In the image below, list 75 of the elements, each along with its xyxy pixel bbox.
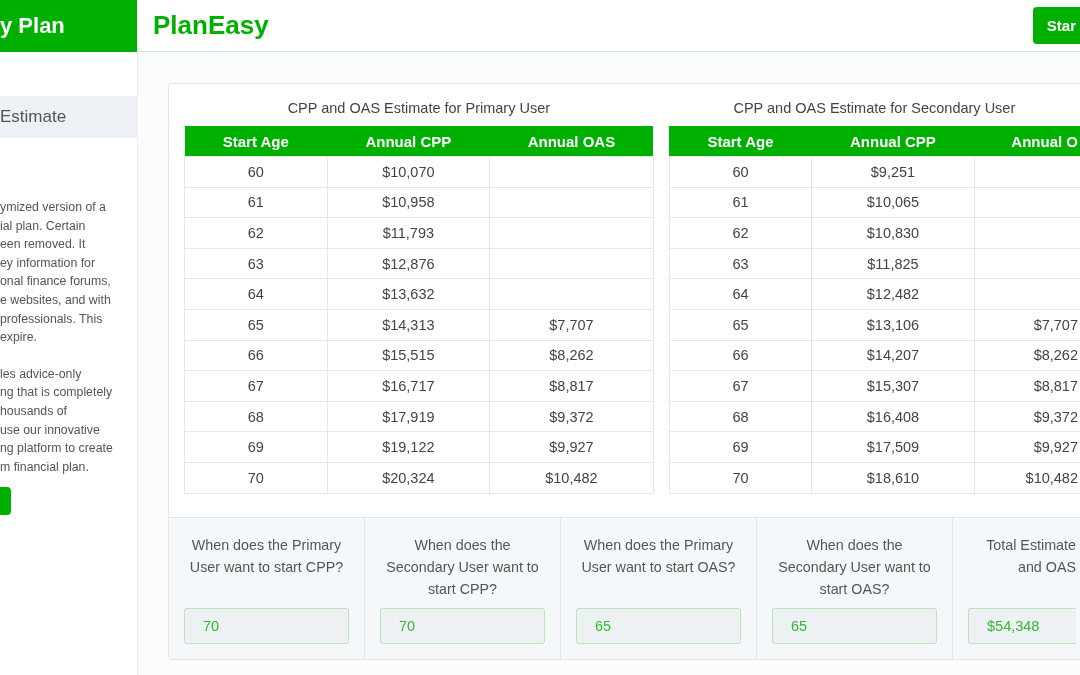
table-cell: $20,324 — [327, 462, 490, 494]
description-text: ymized version of a ial plan. Certain een removed. It ey information for onal finance forums, e websites, and with professionals. This expire. — [0, 199, 112, 347]
table-cell: 68 — [184, 401, 328, 432]
answer-field[interactable]: 65 — [576, 607, 741, 644]
table-cell: $9,372 — [489, 401, 654, 432]
table-cell: $13,106 — [811, 309, 975, 341]
table-cell: $10,958 — [327, 187, 490, 218]
question-label: When does the Secondary User want to start CPP? — [385, 535, 540, 599]
table-cell: $9,251 — [811, 156, 975, 188]
table-cell: $19,122 — [327, 431, 490, 463]
table-cell: $15,307 — [811, 370, 975, 402]
action-button[interactable] — [0, 487, 11, 516]
table-title: CPP and OAS Estimate for Secondary User — [732, 100, 1017, 118]
table-cell: 66 — [669, 340, 812, 371]
table-cell: 67 — [669, 370, 812, 402]
table-cell: 65 — [669, 309, 812, 341]
table-cell: 64 — [669, 278, 812, 310]
table-cell: $18,610 — [811, 462, 975, 494]
table-cell: $10,830 — [811, 217, 975, 249]
table-cell: 62 — [184, 217, 328, 249]
answer-field[interactable]: 70 — [184, 607, 349, 644]
brand-title: y Plan — [0, 0, 137, 52]
table-cell: $15,515 — [327, 340, 490, 371]
table-cell: 68 — [669, 401, 812, 432]
table-cell: 70 — [184, 462, 328, 494]
question-label: When does the Primary User want to start CPP? — [188, 535, 345, 577]
table-cell: 69 — [669, 431, 812, 463]
table-cell: $12,876 — [327, 248, 490, 279]
question-label: Total Estimate and OAS — [985, 535, 1076, 577]
table-cell: $11,825 — [811, 248, 975, 279]
table-cell: $17,509 — [811, 431, 975, 463]
table-cell: $8,817 — [489, 370, 654, 402]
table-cell: 60 — [184, 156, 328, 188]
table-cell: 61 — [669, 187, 812, 218]
question-label: When does the Primary User want to start OAS? — [580, 535, 737, 577]
table-cell: 65 — [184, 309, 328, 341]
table-cell: 67 — [184, 370, 328, 402]
column-header: Annual O — [974, 126, 1080, 157]
table-cell: 62 — [669, 217, 812, 249]
column-header: Start Age — [184, 126, 328, 157]
column-header: Start Age — [669, 126, 812, 157]
table-cell: 64 — [184, 278, 328, 310]
column-header: Annual CPP — [811, 126, 975, 157]
table-cell: $16,717 — [327, 370, 490, 402]
table-cell: $8,262 — [489, 340, 654, 371]
answer-field[interactable]: 70 — [380, 607, 545, 644]
table-cell: $14,207 — [811, 340, 975, 371]
column-header: Annual CPP — [327, 126, 490, 157]
table-cell: $11,793 — [327, 217, 490, 249]
table-title: CPP and OAS Estimate for Primary User — [286, 100, 552, 118]
answer-field[interactable]: 65 — [772, 607, 937, 644]
table-cell: $7,707 — [489, 309, 654, 341]
sidebar-item[interactable]: Estimate — [0, 96, 137, 138]
table-cell: $9,927 — [489, 431, 654, 463]
table-cell: $10,070 — [327, 156, 490, 188]
table-cell: $14,313 — [327, 309, 490, 341]
description-text: les advice-only ng that is completely housands of use our innovative ng platform to create m financial plan. — [0, 365, 114, 476]
start-button[interactable]: Star — [1032, 7, 1080, 44]
table-cell: $13,632 — [327, 278, 490, 310]
table-cell: $10,065 — [811, 187, 975, 218]
table-cell: 70 — [669, 462, 812, 494]
table-cell: 63 — [184, 248, 328, 279]
table-cell: $17,919 — [327, 401, 490, 432]
table-cell: $12,482 — [811, 278, 975, 310]
table-cell: $10,482 — [489, 462, 654, 494]
logo[interactable]: PlanEasy — [153, 10, 269, 41]
table-cell: 60 — [669, 156, 812, 188]
table-cell: 63 — [669, 248, 812, 279]
answer-field[interactable]: $54,348 — [968, 607, 1076, 644]
column-header: Annual OAS — [489, 126, 654, 157]
table-cell: 61 — [184, 187, 328, 218]
table-cell: 66 — [184, 340, 328, 371]
table-cell: $16,408 — [811, 401, 975, 432]
question-label: When does the Secondary User want to start OAS? — [777, 535, 932, 599]
table-cell: 69 — [184, 431, 328, 463]
